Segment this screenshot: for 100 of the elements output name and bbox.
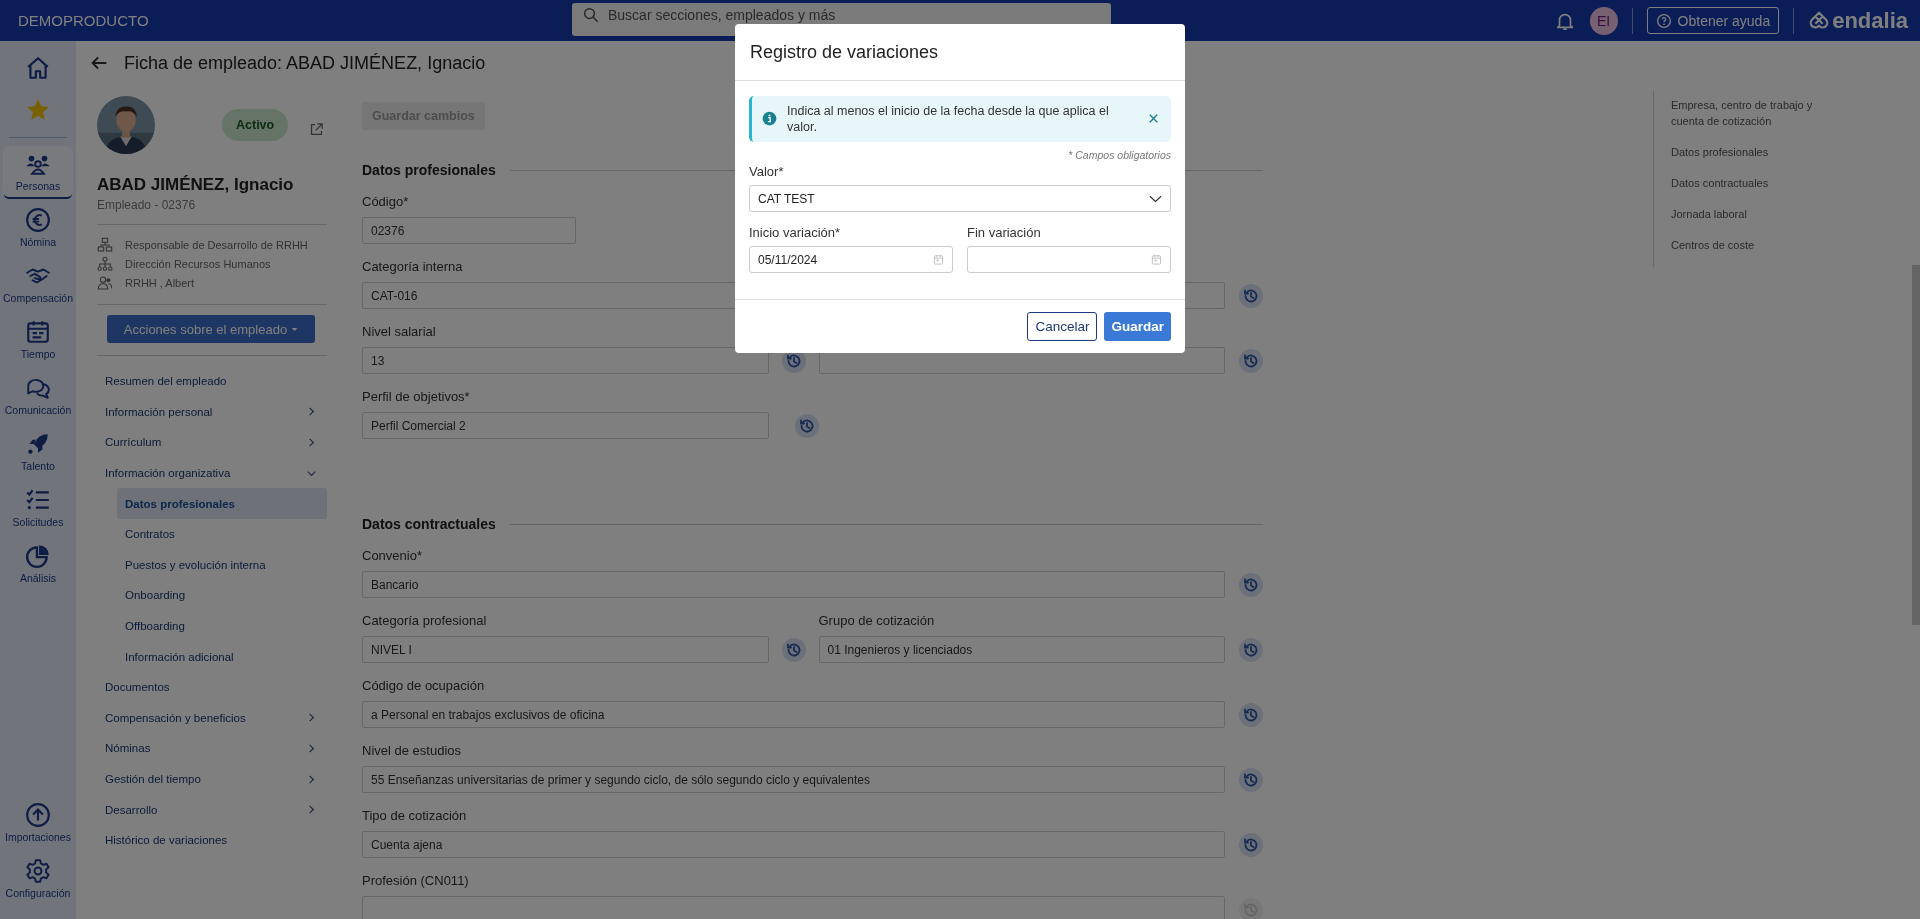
org-chart-icon <box>97 236 113 253</box>
required-note: * Campos obligatorios <box>1067 149 1171 161</box>
rail-item[interactable]: Comunicación <box>3 370 73 421</box>
brand-name: DEMOPRODUCTO <box>18 12 150 29</box>
rail-item[interactable]: Personas <box>3 146 73 197</box>
info-text: Responsable de Desarrollo de RRHH <box>125 238 308 251</box>
text-field[interactable]: 13 <box>362 347 769 374</box>
logo-text: endalia <box>1832 7 1908 34</box>
nav-subitem[interactable]: Datos profesionales <box>117 488 327 519</box>
text-field[interactable] <box>362 896 1225 919</box>
field-label: Perfil de objetivos* <box>362 389 470 404</box>
rail-item[interactable]: Análisis <box>3 538 73 589</box>
star-icon <box>25 97 51 123</box>
nav-item[interactable]: Compensación y beneficios <box>97 702 327 734</box>
nav-item[interactable]: Histórico de variaciones <box>97 824 327 856</box>
rail-item[interactable]: Talento <box>3 426 73 477</box>
select-field[interactable]: CAT TEST <box>749 185 1171 212</box>
field-label: Fin variación <box>967 225 1042 240</box>
rail-item[interactable]: Compensación <box>3 258 73 309</box>
section-title: Datos profesionales <box>362 162 496 178</box>
hierarchy-icon <box>97 255 113 272</box>
rail-item[interactable]: Solicitudes <box>3 482 73 533</box>
section-link[interactable]: Jornada laboral <box>1671 206 1841 222</box>
caret-icon <box>291 326 299 332</box>
employee-subtitle: Empleado - 02376 <box>97 198 197 212</box>
info-icon <box>762 111 777 126</box>
field-label: Grupo de cotización <box>818 613 935 628</box>
rail-item[interactable]: Nómina <box>3 202 73 253</box>
nav-item[interactable]: Currículum <box>97 427 327 458</box>
section-title: Datos contractuales <box>362 516 496 532</box>
search-icon <box>582 6 600 24</box>
field-label: Código* <box>362 194 409 209</box>
info-text: Dirección Recursos Humanos <box>125 257 271 270</box>
text-field[interactable]: 55 Enseñanzas universitarias de primer y segundo ciclo, de sólo segundo ciclo y equivalentes <box>362 766 1225 793</box>
text-field[interactable]: a Personal en trabajos exclusivos de oficina <box>362 701 1225 728</box>
chevron-right-icon <box>306 712 317 724</box>
help-icon <box>1655 12 1672 29</box>
text-field[interactable]: Bancario <box>362 571 1225 598</box>
help-button[interactable]: Obtener ayuda <box>1646 7 1780 34</box>
home-icon <box>25 55 51 81</box>
euro-icon <box>25 207 51 233</box>
logo-icon <box>1808 9 1831 32</box>
section-link[interactable]: Centros de coste <box>1671 237 1841 253</box>
chevron-down-icon <box>1149 194 1162 203</box>
chevron-right-icon <box>306 742 317 754</box>
date-field[interactable]: 05/11/2024 <box>749 246 953 273</box>
field-label: Categoría interna <box>362 259 463 274</box>
user-avatar[interactable]: EI <box>1589 6 1618 35</box>
cancel-button[interactable]: Cancelar <box>1027 312 1098 341</box>
nav-item[interactable]: Información organizativa <box>97 457 327 489</box>
nav-item[interactable]: Desarrollo <box>97 794 327 825</box>
nav-subitem[interactable]: Onboarding <box>117 580 327 611</box>
nav-item[interactable]: Nóminas <box>97 733 327 764</box>
rocket-icon <box>25 431 51 457</box>
chevron-right-icon <box>306 406 317 418</box>
external-link-icon[interactable] <box>308 120 326 138</box>
actions-button[interactable]: Acciones sobre el empleado <box>107 315 315 343</box>
nav-item[interactable]: Documentos <box>97 671 327 703</box>
page-title: Ficha de empleado: ABAD JIMÉNEZ, Ignacio <box>124 52 486 74</box>
rail-item[interactable]: Configuración <box>3 853 73 904</box>
nav-item[interactable]: Información personal <box>97 396 327 428</box>
field-label: Categoría profesional <box>362 613 487 628</box>
field-label: Convenio* <box>362 548 422 563</box>
text-field[interactable]: NIVEL I <box>362 636 769 663</box>
nav-item[interactable]: Gestión del tiempo <box>97 763 327 795</box>
close-icon[interactable] <box>1148 113 1159 124</box>
modal-title: Registro de variaciones <box>750 41 939 63</box>
person-icon <box>97 274 113 291</box>
save-button[interactable]: Guardar <box>1104 312 1171 341</box>
text-field[interactable]: 01 Ingenieros y licenciados <box>818 636 1225 663</box>
rail-item[interactable]: Tiempo <box>3 314 73 365</box>
employee-name: ABAD JIMÉNEZ, Ignacio <box>97 175 295 195</box>
nav-subitem[interactable]: Offboarding <box>117 610 327 642</box>
field-label: Valor* <box>749 164 785 179</box>
date-field[interactable] <box>967 246 1171 273</box>
calendar-icon <box>933 254 944 265</box>
info-text: RRHH , Albert <box>125 276 195 289</box>
chevron-right-icon <box>306 773 317 785</box>
section-link[interactable]: Datos contractuales <box>1671 175 1841 191</box>
nav-item[interactable]: Resumen del empleado <box>97 366 327 397</box>
field-label: Profesión (CN011) <box>362 873 469 888</box>
nav-subitem[interactable]: Información adicional <box>117 641 327 672</box>
field-label: Nivel salarial <box>362 324 436 339</box>
upload-icon <box>25 802 51 828</box>
field-label: Código de ocupación <box>362 678 485 693</box>
field-label: Tipo de cotización <box>362 808 467 823</box>
pie-chart-icon <box>25 543 51 569</box>
field-label: Nivel de estudios <box>362 743 461 758</box>
text-field[interactable]: Cuenta ajena <box>362 831 1225 858</box>
nav-subitem[interactable]: Puestos y evolución interna <box>117 549 327 581</box>
text-field[interactable]: Perfil Comercial 2 <box>362 412 769 439</box>
rail-item[interactable]: Importaciones <box>3 797 73 848</box>
text-field[interactable]: 02376 <box>362 217 576 244</box>
chevron-right-icon <box>306 437 317 448</box>
alert-text: Indica al menos el inicio de la fecha desde la que aplica el valor. <box>787 103 1110 135</box>
nav-subitem[interactable]: Contratos <box>117 518 327 550</box>
status-badge: Activo <box>222 109 289 141</box>
section-link[interactable]: Empresa, centro de trabajo y cuenta de cotización <box>1671 97 1841 129</box>
section-link[interactable]: Datos profesionales <box>1671 144 1841 160</box>
field-label: Inicio variación* <box>749 225 842 240</box>
